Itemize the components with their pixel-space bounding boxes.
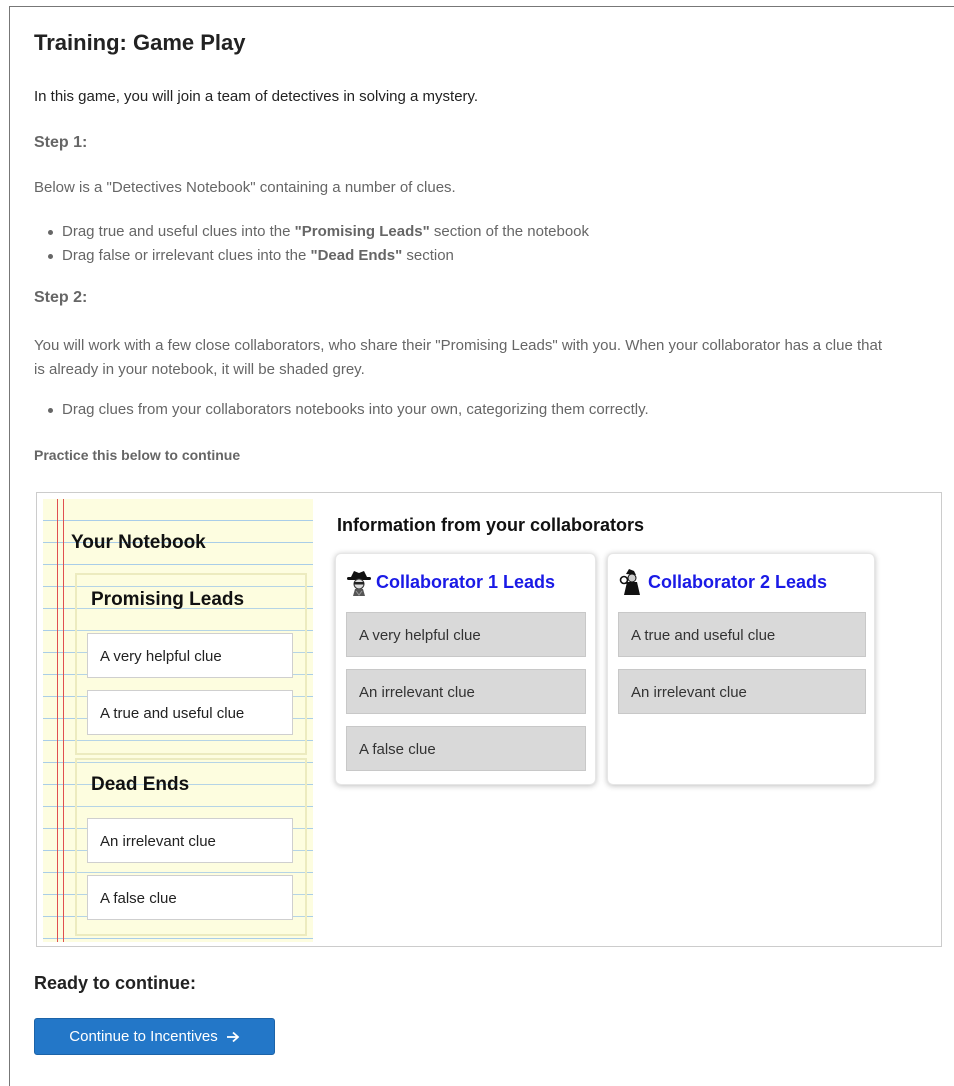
dead-ends-title: Dead Ends [91,774,190,795]
step2-bullets: Drag clues from your collaborators noteb… [48,398,649,422]
promising-leads-title: Promising Leads [91,589,245,610]
collaborator-1-header: Collaborator 1 Leads [346,568,555,596]
continue-to-incentives-button[interactable]: Continue to Incentives [34,1018,275,1055]
detective-hat-icon [347,571,371,596]
step1-bullet: Drag true and useful clues into the "Pro… [47,220,589,244]
collaborator-1-title: Collaborator 1 Leads [376,571,556,592]
collaborator-2-card: Collaborator 2 Leads A true and useful c… [607,553,875,785]
notebook-margin-line [63,499,64,942]
intro-text: In this game, you will join a team of de… [34,88,479,105]
step2-bullet: Drag clues from your collaborators noteb… [48,398,649,422]
collaborator-2-title: Collaborator 2 Leads [648,571,828,592]
collaborator-1-card: Collaborator 1 Leads A very helpful clue… [335,553,596,785]
step1-bullet: Drag false or irrelevant clues into the … [47,244,589,268]
collaborator-clue[interactable]: A true and useful clue [618,612,866,657]
collaborators-heading: Information from your collaborators [337,515,645,535]
notebook-margin-line [57,499,58,942]
step2-heading: Step 2: [34,289,88,306]
your-notebook: Your Notebook Promising Leads A very hel… [43,499,313,942]
detective-magnifier-icon [619,569,640,595]
dead-ends-dropzone[interactable]: Dead Ends An irrelevant clue A false clu… [75,758,307,936]
notebook-title: Your Notebook [71,532,206,553]
notebook-clue[interactable]: A false clue [87,875,293,920]
page-title: Training: Game Play [34,30,246,55]
collaborator-clue[interactable]: An irrelevant clue [346,669,586,714]
notebook-clue[interactable]: An irrelevant clue [87,818,293,863]
practice-label: Practice this below to continue [34,447,241,463]
continue-button-label: Continue to Incentives [69,1028,218,1045]
collaborator-clue[interactable]: An irrelevant clue [618,669,866,714]
step1-text: Below is a "Detectives Notebook" contain… [34,179,456,196]
notebook-clue[interactable]: A very helpful clue [87,633,293,678]
ready-label: Ready to continue: [34,973,197,993]
step1-heading: Step 1: [34,134,88,151]
collaborator-2-header: Collaborator 2 Leads [618,568,827,596]
arrow-right-icon [226,1031,240,1042]
step2-text: You will work with a few close collabora… [34,337,883,378]
practice-game-area: Your Notebook Promising Leads A very hel… [36,492,942,947]
notebook-clue[interactable]: A true and useful clue [87,690,293,735]
collaborator-clue[interactable]: A very helpful clue [346,612,586,657]
collaborator-clue[interactable]: A false clue [346,726,586,771]
step1-bullets: Drag true and useful clues into the "Pro… [47,220,589,268]
promising-leads-dropzone[interactable]: Promising Leads A very helpful clue A tr… [75,573,307,755]
